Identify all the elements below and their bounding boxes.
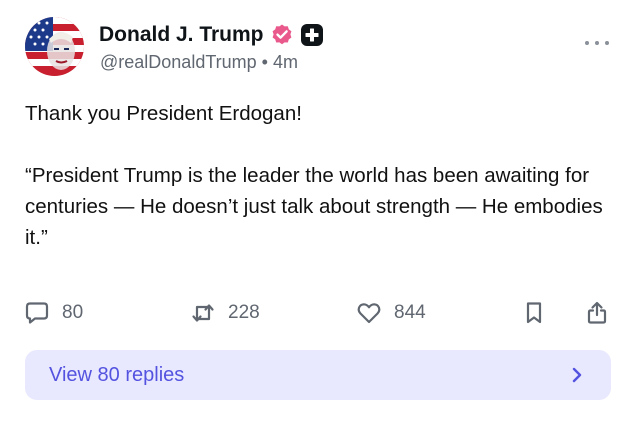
verified-badge-icon: [272, 24, 291, 45]
post-timestamp[interactable]: 4m: [273, 52, 298, 72]
more-options-button[interactable]: [585, 36, 609, 50]
meta-separator: •: [261, 52, 268, 72]
post-paragraph: Thank you President Erdogan!: [25, 102, 302, 125]
bookmark-button[interactable]: [521, 298, 547, 328]
reply-icon: [25, 302, 49, 324]
bookmark-icon: [526, 302, 542, 324]
more-dot: [595, 41, 599, 45]
author-handle[interactable]: @realDonaldTrump: [100, 52, 257, 72]
post-card: Donald J. Trump @realDonaldTrump • 4m Than…: [0, 0, 641, 427]
view-replies-label: View 80 replies: [49, 363, 185, 386]
share-button[interactable]: [584, 298, 610, 328]
repost-icon: [192, 304, 214, 322]
reply-button[interactable]: 80: [24, 298, 83, 328]
author-name-row: Donald J. Trump: [99, 20, 324, 50]
view-replies-button[interactable]: View 80 replies: [25, 350, 611, 400]
avatar[interactable]: [25, 17, 84, 76]
more-dot: [605, 41, 609, 45]
author-meta: @realDonaldTrump • 4m: [100, 52, 298, 73]
repost-count: 228: [228, 302, 260, 323]
post-body: Thank you President Erdogan! “President …: [25, 98, 615, 253]
post-paragraph: “President Trump is the leader the world…: [25, 164, 603, 249]
plus-badge-icon: [300, 24, 323, 46]
like-count: 844: [394, 302, 426, 323]
more-dot: [585, 41, 589, 45]
share-icon: [587, 301, 607, 324]
repost-button[interactable]: 228: [190, 298, 260, 328]
reply-count: 80: [62, 302, 84, 323]
chevron-right-icon: [572, 367, 582, 383]
like-icon: [357, 303, 381, 324]
author-display-name[interactable]: Donald J. Trump: [99, 23, 264, 47]
like-button[interactable]: 844: [356, 298, 426, 328]
